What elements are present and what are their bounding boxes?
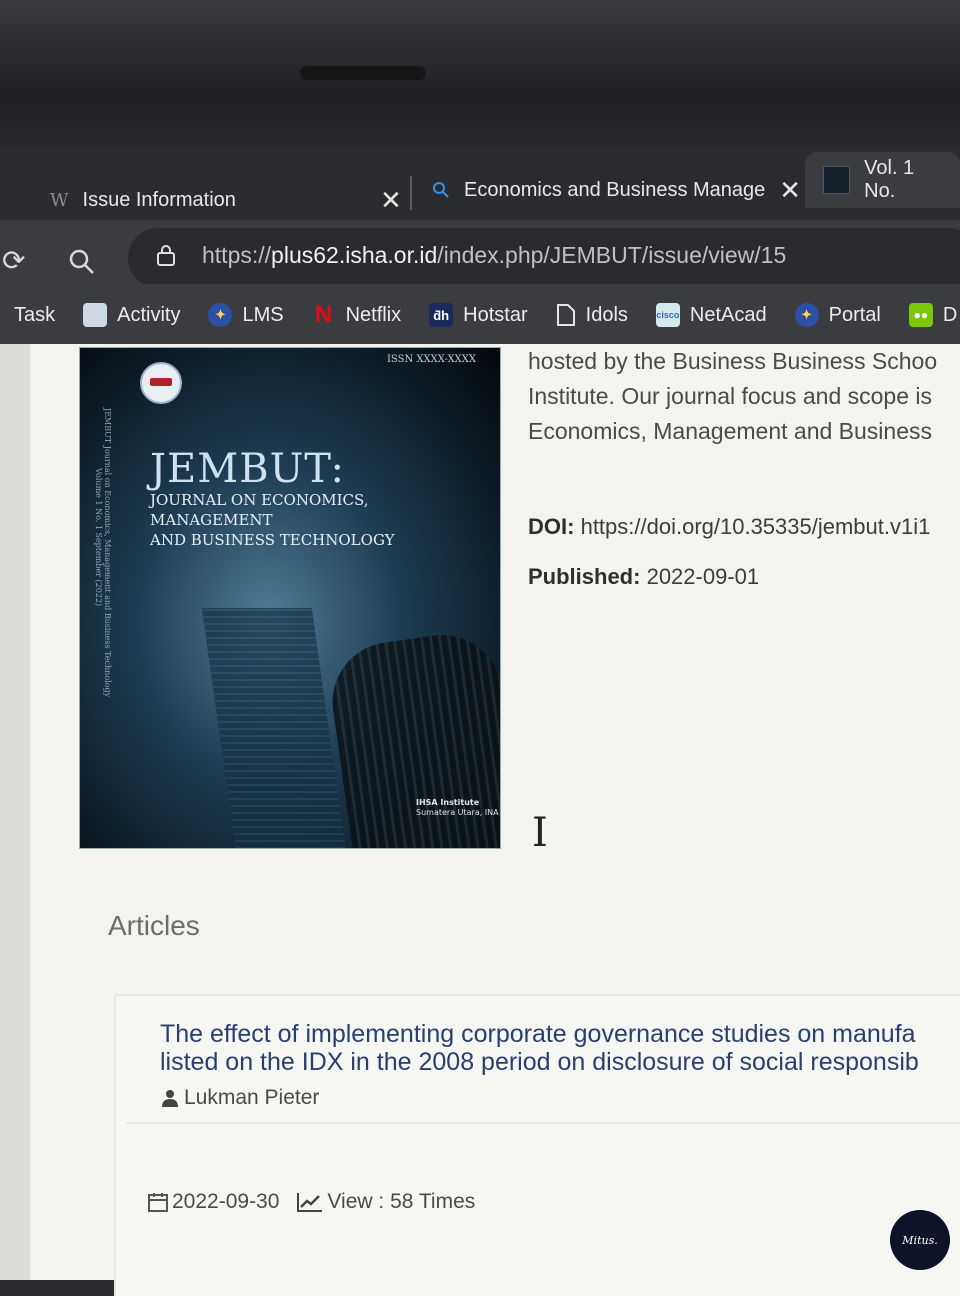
tab-economics-business[interactable]: Economics and Business Manage ✕ xyxy=(432,162,801,218)
bookmark-label: Hotstar xyxy=(463,303,528,326)
close-icon[interactable]: ✕ xyxy=(380,185,402,216)
cover-spine-volume: Volume 1 No. 1 September (2022) xyxy=(94,468,103,607)
tab-title: Economics and Business Manage xyxy=(464,178,766,201)
tab-favicon-w: W xyxy=(50,189,69,211)
description-line: Institute. Our journal focus and scope i… xyxy=(528,383,932,409)
search-icon xyxy=(433,182,449,198)
user-icon xyxy=(162,1090,178,1107)
page-icon xyxy=(556,304,575,326)
watermark-logo: Mitus. xyxy=(890,1210,950,1270)
author-name: Lukman Pieter xyxy=(184,1086,320,1109)
article-author: Lukman Pieter xyxy=(162,1086,319,1110)
bookmark-label: Netflix xyxy=(345,303,402,326)
bookmark-hotstar[interactable]: ƌh Hotstar xyxy=(429,303,528,327)
bookmark-idols[interactable]: Idols xyxy=(556,303,628,327)
tab-vol-1[interactable]: Vol. 1 No. xyxy=(805,152,960,208)
url-scheme: https:// xyxy=(202,242,272,268)
portal-icon: ✦ xyxy=(794,303,819,327)
article-date-value: 2022-09-30 xyxy=(172,1190,280,1213)
bookmark-lms[interactable]: ✦ LMS xyxy=(208,303,284,327)
journal-cover-image[interactable]: ISSN XXXX-XXXX JEMBUT Journal on Economi… xyxy=(80,348,500,848)
address-bar[interactable]: https://plus62.isha.or.id/index.php/JEMB… xyxy=(128,228,960,288)
article-title-link[interactable]: The effect of implementing corporate gov… xyxy=(160,1020,960,1076)
url-host: plus62.isha.or.id xyxy=(271,242,438,268)
articles-heading: Articles xyxy=(108,910,200,941)
web-page: ISSN XXXX-XXXX JEMBUT Journal on Economi… xyxy=(0,344,960,1296)
activity-icon xyxy=(83,303,108,327)
bookmark-netacad[interactable]: cisco NetAcad xyxy=(655,303,767,327)
lock-icon[interactable] xyxy=(156,244,176,266)
description-line: hosted by the Business Business Schoo xyxy=(528,348,938,374)
cover-publisher-name: IHSA Institute xyxy=(416,798,480,807)
reload-icon[interactable]: ⟳ xyxy=(2,244,25,277)
url-text[interactable]: https://plus62.isha.or.id/index.php/JEMB… xyxy=(202,242,786,269)
published-row: Published: 2022-09-01 xyxy=(528,564,759,590)
cover-publisher-location: Sumatera Utara, INA xyxy=(416,808,499,817)
bookmark-netflix[interactable]: N Netflix xyxy=(312,301,402,328)
bookmarks-bar: Task Activity ✦ LMS N Netflix ƌh Hotstar… xyxy=(0,284,960,346)
article-footer: 2022-09-30 View : 58 Times xyxy=(148,1190,475,1214)
text-cursor-icon: I xyxy=(532,810,548,856)
description-line: Economics, Management and Business xyxy=(528,418,932,444)
cover-tower-graphic xyxy=(201,608,349,848)
netflix-icon: N xyxy=(314,301,333,328)
bookmark-label: NetAcad xyxy=(689,303,767,326)
cisco-icon: cisco xyxy=(655,303,680,327)
bookmark-portal[interactable]: ✦ Portal xyxy=(794,303,881,327)
article-views-value: View : 58 Times xyxy=(327,1190,476,1213)
bookmark-label: Portal xyxy=(828,303,881,326)
bookmark-label: LMS xyxy=(242,303,284,326)
cover-title: JEMBUT: xyxy=(150,446,346,492)
monitor-bezel xyxy=(0,0,960,175)
calendar-icon xyxy=(148,1193,168,1212)
journal-thumbnail-icon xyxy=(823,166,851,194)
close-icon[interactable]: ✕ xyxy=(779,175,801,206)
bookmark-d[interactable]: ●● D xyxy=(908,303,958,327)
bookmark-activity[interactable]: Activity xyxy=(83,303,180,327)
tab-strip: W Issue Information ✕ Economics and Busi… xyxy=(0,150,960,220)
published-label: Published: xyxy=(528,564,641,589)
cover-subtitle: Journal on Economics, Management and Bus… xyxy=(150,490,490,550)
bookmark-label: Idols xyxy=(585,303,628,326)
tab-title: Vol. 1 No. xyxy=(864,157,915,202)
lms-icon: ✦ xyxy=(208,303,233,327)
cover-subtitle-line2: and Business Technology xyxy=(150,531,395,549)
line-chart-icon xyxy=(297,1193,323,1212)
url-path: /index.php/JEMBUT/issue/view/15 xyxy=(437,242,787,268)
published-date: 2022-09-01 xyxy=(646,564,760,589)
duolingo-icon: ●● xyxy=(908,303,933,327)
bookmark-label: Task xyxy=(14,303,56,326)
article-date: 2022-09-30 xyxy=(148,1190,279,1214)
cover-issn: ISSN XXXX-XXXX xyxy=(386,354,476,365)
cover-spine: JEMBUT Journal on Economics, Management … xyxy=(82,408,112,838)
tab-divider xyxy=(410,176,412,210)
bookmark-label: D xyxy=(942,303,958,326)
cover-spine-title: JEMBUT Journal on Economics, Management … xyxy=(103,408,112,698)
issue-description: hosted by the Business Business Schoo In… xyxy=(528,344,960,449)
journal-logo xyxy=(140,362,182,404)
article-card: The effect of implementing corporate gov… xyxy=(114,994,960,1296)
bookmark-task[interactable]: Task xyxy=(14,304,55,327)
doi-label: DOI: xyxy=(528,514,575,539)
hotstar-icon: ƌh xyxy=(429,303,454,327)
webcam-bar xyxy=(300,66,426,80)
watermark-text: Mitus. xyxy=(902,1233,938,1247)
article-title-line: listed on the IDX in the 2008 period on … xyxy=(160,1048,919,1076)
article-title-line: The effect of implementing corporate gov… xyxy=(160,1020,916,1048)
cover-publisher: IHSA Institute Sumatera Utara, INA xyxy=(416,798,499,818)
doi-link[interactable]: https://doi.org/10.35335/jembut.v1i1 xyxy=(581,514,931,539)
cover-subtitle-line1: Journal on Economics, Management xyxy=(150,491,369,529)
tab-title: Issue Information xyxy=(82,188,236,211)
card-divider xyxy=(126,1122,960,1124)
article-views: View : 58 Times xyxy=(297,1190,475,1214)
doi-row: DOI: https://doi.org/10.35335/jembut.v1i… xyxy=(528,514,930,540)
bookmark-label: Activity xyxy=(117,303,181,326)
search-icon[interactable] xyxy=(68,248,96,276)
